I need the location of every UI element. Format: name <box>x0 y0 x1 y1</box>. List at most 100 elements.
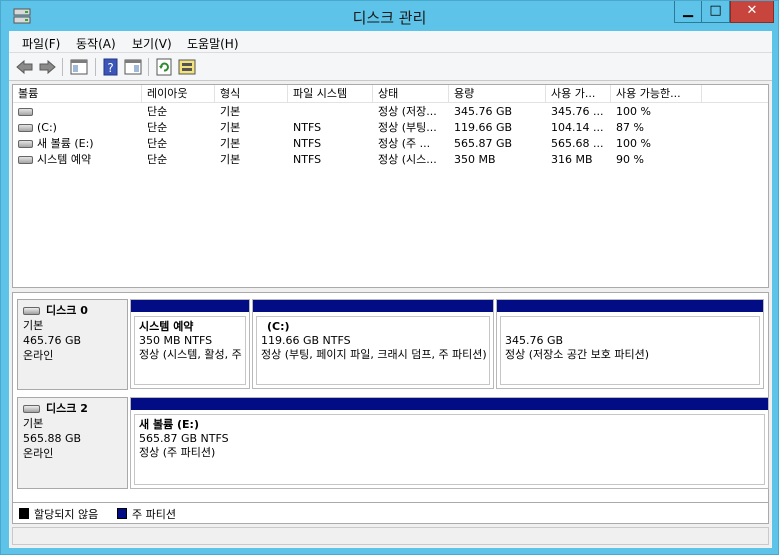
column-header-free-space[interactable]: 사용 가... <box>546 85 611 103</box>
disk-2-size: 565.88 GB <box>23 432 82 445</box>
layout-cell: 단순 <box>147 105 168 118</box>
column-header-layout[interactable]: 레이아웃 <box>142 85 215 103</box>
rescan-disks-icon[interactable] <box>177 57 197 77</box>
partition-size: 119.66 GB NTFS <box>261 334 351 347</box>
volume-icon <box>18 140 33 148</box>
column-header-status[interactable]: 상태 <box>373 85 449 103</box>
menu-help[interactable]: 도움말(H) <box>187 35 239 52</box>
type-cell: 기본 <box>220 137 241 150</box>
file-system-cell: NTFS <box>293 121 322 134</box>
percent-free-cell: 90 % <box>616 153 644 166</box>
disk-2-status: 온라인 <box>23 447 54 460</box>
window-title: 디스크 관리 <box>352 9 427 27</box>
close-button[interactable]: ✕ <box>730 1 774 23</box>
legend: 할당되지 않음 주 파티션 <box>12 502 769 524</box>
minimize-button[interactable]: ▁ <box>674 1 702 23</box>
status-bar <box>12 527 769 545</box>
column-header-capacity[interactable]: 용량 <box>449 85 546 103</box>
partition-size: 565.87 GB NTFS <box>139 432 229 445</box>
disk-2-info[interactable]: 디스크 2 기본 565.88 GB 온라인 <box>17 397 128 489</box>
back-arrow-icon[interactable] <box>15 57 35 77</box>
volume-icon <box>18 108 33 116</box>
status-cell: 정상 (시스... <box>378 153 437 166</box>
column-header-volume[interactable]: 볼륨 <box>13 85 142 103</box>
free-space-cell: 345.76 ... <box>551 105 604 118</box>
legend-unallocated: 할당되지 않음 <box>34 508 99 521</box>
disk-0-type: 기본 <box>23 319 44 332</box>
toolbar-separator <box>95 58 96 76</box>
percent-free-cell: 100 % <box>616 105 651 118</box>
disk-0-info[interactable]: 디스크 0 기본 465.76 GB 온라인 <box>17 299 128 390</box>
disk-2-type: 기본 <box>23 417 44 430</box>
volume-icon <box>18 124 33 132</box>
maximize-button[interactable]: □ <box>702 1 730 23</box>
disk-2-name: 디스크 2 <box>23 401 122 416</box>
partition-e-drive[interactable]: 새 볼륨 (E:) 565.87 GB NTFS 정상 (주 파티션) <box>130 397 769 489</box>
column-header-type[interactable]: 형식 <box>215 85 288 103</box>
volume-row[interactable]: 새 볼륨 (E:) 단순 기본 NTFS 정상 (주 ... 565.87 GB… <box>13 136 768 152</box>
partition-size: 345.76 GB <box>505 334 564 347</box>
partition-status: 정상 (저장소 공간 보호 파티션) <box>505 348 650 361</box>
partition-details: 345.76 GB 정상 (저장소 공간 보호 파티션) <box>500 316 760 385</box>
properties-icon[interactable] <box>123 57 143 77</box>
primary-partition-bar <box>131 300 249 312</box>
primary-partition-bar <box>497 300 763 312</box>
volume-name-cell: 시스템 예약 <box>13 152 142 168</box>
partition-details: 시스템 예약 350 MB NTFS 정상 (시스템, 활성, 주 파티션) <box>134 316 246 385</box>
toolbar-separator <box>148 58 149 76</box>
free-space-cell: 565.68 ... <box>551 137 604 150</box>
disk-0-label: 디스크 0 <box>46 304 88 317</box>
client-area: 파일(F) 동작(A) 보기(V) 도움말(H) ? 볼륨 레이아웃 형식 파일… <box>9 31 772 548</box>
file-system-cell <box>288 104 373 120</box>
column-header-file-system[interactable]: 파일 시스템 <box>288 85 373 103</box>
primary-partition-swatch <box>117 508 127 519</box>
unallocated-swatch <box>19 508 29 519</box>
menu-file[interactable]: 파일(F) <box>22 35 60 52</box>
menu-action[interactable]: 동작(A) <box>76 35 116 52</box>
layout-cell: 단순 <box>147 137 168 150</box>
layout-cell: 단순 <box>147 121 168 134</box>
menu-view[interactable]: 보기(V) <box>132 35 172 52</box>
toolbar-separator <box>62 58 63 76</box>
partition-name: 시스템 예약 <box>139 320 194 333</box>
partition-c-drive[interactable]: (C:) 119.66 GB NTFS 정상 (부팅, 페이지 파일, 크래시 … <box>252 299 494 389</box>
forward-arrow-icon[interactable] <box>37 57 57 77</box>
volume-row[interactable]: (C:) 단순 기본 NTFS 정상 (부팅... 119.66 GB 104.… <box>13 120 768 136</box>
volume-name: 시스템 예약 <box>37 153 92 166</box>
volume-icon <box>18 156 33 164</box>
free-space-cell: 104.14 ... <box>551 121 604 134</box>
volume-row[interactable]: 단순 기본 정상 (저장... 345.76 GB 345.76 ... 100… <box>13 104 768 120</box>
volume-name: 새 볼륨 (E:) <box>37 137 94 150</box>
disk-icon <box>23 307 40 315</box>
capacity-cell: 350 MB <box>454 153 496 166</box>
partition-status: 정상 (시스템, 활성, 주 파티션) <box>139 348 245 361</box>
refresh-icon[interactable] <box>154 57 174 77</box>
capacity-cell: 565.87 GB <box>454 137 513 150</box>
free-space-cell: 316 MB <box>551 153 593 166</box>
volume-row[interactable]: 시스템 예약 단순 기본 NTFS 정상 (시스... 350 MB 316 M… <box>13 152 768 168</box>
help-icon[interactable]: ? <box>101 57 121 77</box>
capacity-cell: 119.66 GB <box>454 121 513 134</box>
partition-name: (C:) <box>267 320 290 333</box>
partition-name: 새 볼륨 (E:) <box>139 418 199 431</box>
disk-management-window: 디스크 관리 ▁ □ ✕ 파일(F) 동작(A) 보기(V) 도움말(H) ? … <box>0 0 779 555</box>
file-system-cell: NTFS <box>293 153 322 166</box>
volume-name-cell: 새 볼륨 (E:) <box>13 136 142 152</box>
partition-system-reserved[interactable]: 시스템 예약 350 MB NTFS 정상 (시스템, 활성, 주 파티션) <box>130 299 250 389</box>
status-cell: 정상 (주 ... <box>378 137 431 150</box>
disk-0-name: 디스크 0 <box>23 303 122 318</box>
partition-storage-protective[interactable]: 345.76 GB 정상 (저장소 공간 보호 파티션) <box>496 299 764 389</box>
column-header-percent-free[interactable]: 사용 가능한... <box>611 85 702 103</box>
partition-details: (C:) 119.66 GB NTFS 정상 (부팅, 페이지 파일, 크래시 … <box>256 316 490 385</box>
type-cell: 기본 <box>220 153 241 166</box>
file-system-cell: NTFS <box>293 137 322 150</box>
partition-size: 350 MB NTFS <box>139 334 213 347</box>
percent-free-cell: 87 % <box>616 121 644 134</box>
volume-name-cell: (C:) <box>13 120 142 136</box>
console-tree-icon[interactable] <box>69 57 89 77</box>
title-bar[interactable]: 디스크 관리 ▁ □ ✕ <box>1 1 778 31</box>
volume-name: (C:) <box>37 121 57 134</box>
menu-bar: 파일(F) 동작(A) 보기(V) 도움말(H) <box>9 31 772 53</box>
partition-details: 새 볼륨 (E:) 565.87 GB NTFS 정상 (주 파티션) <box>134 414 765 485</box>
type-cell: 기본 <box>220 121 241 134</box>
